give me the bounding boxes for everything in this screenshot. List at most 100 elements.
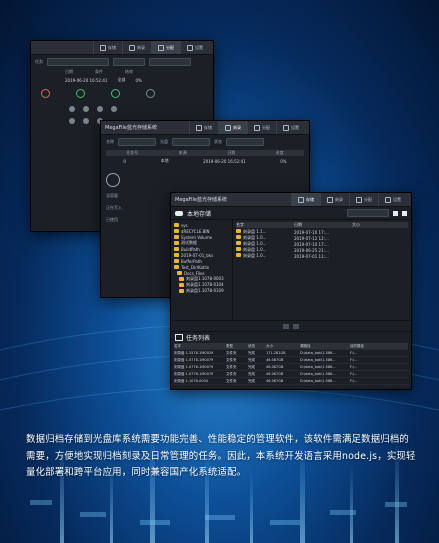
allocate-icon (158, 44, 164, 51)
writing-label: 正在写入 (106, 205, 122, 210)
name-label: 名称 (106, 139, 114, 144)
new-folder-icon[interactable] (393, 210, 398, 216)
tab-allocate[interactable]: 分配 (349, 193, 378, 206)
app-title: MegaFile蓝光存储系统 (175, 197, 227, 203)
disk-icon (175, 210, 183, 216)
tab-bar: 存储 刻录 分配 设置 (93, 41, 209, 54)
allocate-icon (254, 124, 260, 131)
folder-icon (177, 271, 182, 275)
tab-settings[interactable]: 设置 (276, 121, 305, 134)
folder-icon (236, 235, 241, 239)
description-text: 数据归档存储到光盘库系统需要功能完善、性能稳定的管理软件，该软件需满足数据归档的… (26, 434, 416, 478)
folder-icon (179, 283, 184, 287)
date-header: 日期 (65, 69, 73, 74)
capacity-label: 总容量 (106, 193, 118, 198)
slot-button[interactable] (83, 118, 89, 124)
task-table-header: 名字 类型 状态 大小 源路径 目的路径 (174, 343, 408, 350)
cell-task-no: 0 (123, 158, 126, 164)
tree-item[interactable]: 刻录盘1.1078-0109 (174, 288, 229, 294)
folder-icon (179, 277, 184, 281)
tab-allocate[interactable]: 分配 (151, 41, 180, 54)
disc-label: 光盘 (160, 139, 168, 144)
titlebar: 存储 刻录 分配 设置 (31, 41, 213, 55)
app-window-front: MegaFile蓝光存储系统 存储 刻录 分配 设置 本地存储 sys $REC… (170, 192, 412, 390)
condition-header: 条件 (95, 69, 103, 74)
collapse-arrow-icon[interactable] (283, 323, 289, 329)
slot-button[interactable] (69, 118, 75, 124)
refresh-icon[interactable] (402, 210, 407, 216)
folder-icon (179, 289, 184, 293)
col-source-path: 源路径 (300, 343, 311, 348)
file-row[interactable]: 刻录盘 1.0... 2019-07-01 11:... (236, 253, 408, 259)
folder-icon (174, 247, 179, 251)
tab-storage[interactable]: 存储 (291, 193, 320, 206)
col-dest-path: 目的路径 (350, 343, 364, 348)
task-table: 名字 类型 状态 大小 源路径 目的路径 刻录盘 1.2578-1M0029 文件… (171, 343, 411, 385)
col-date: 日期 (294, 222, 302, 227)
date-value: 2019-06-20 16:52:41 (65, 77, 108, 83)
folder-icon (174, 229, 179, 233)
gear-icon (283, 124, 289, 131)
progress-value: 0% (135, 77, 142, 83)
col-date: 日期 (227, 150, 236, 155)
task-label: 任务 (35, 59, 43, 64)
disc-select[interactable] (113, 58, 145, 66)
task-select[interactable] (47, 58, 109, 66)
tab-settings[interactable]: 设置 (180, 41, 209, 54)
task-row[interactable]: 刻录盘 1.0778-1M0079 文件夹 完成 46.087GB D:\data_ba… (174, 371, 408, 378)
table-row[interactable]: 0 本地 2019-06-20 16:52:41 0% (106, 157, 304, 165)
task-row[interactable]: 刻录盘 1.2578-1M0029 文件夹 完成 171.281GB D:\data_b… (174, 350, 408, 357)
col-progress: 进度 (275, 150, 284, 155)
folder-icon (236, 247, 241, 251)
task-row[interactable]: 刻录盘 1.1078-0004 文件夹 完成 46.087GB D:\data_bak\… (174, 378, 408, 385)
drive-ring (106, 173, 120, 187)
tab-settings[interactable]: 设置 (378, 193, 407, 206)
tab-burn[interactable]: 刻录 (320, 193, 349, 206)
tab-bar: 存储 刻录 分配 设置 (291, 193, 407, 206)
file-list: 名字 日期 大小 刻录盘 1.1... 2019-07-10 17:... 刻录盘… (233, 220, 411, 261)
folder-icon (174, 235, 179, 239)
slot-button[interactable] (83, 106, 89, 112)
folder-icon (174, 253, 179, 257)
slot-button[interactable] (111, 106, 117, 112)
folder-tree: sys $RECYCLE.BIN System Volume 测试数据 Buil… (171, 220, 233, 320)
folder-icon (174, 265, 179, 269)
col-source: 来源 (178, 150, 187, 155)
tab-storage[interactable]: 存储 (93, 41, 122, 54)
table-header: 任务号 来源 日期 进度 (106, 150, 304, 157)
status-select[interactable] (226, 138, 264, 146)
file-list-header: 名字 日期 大小 (236, 222, 408, 229)
cell-source: 本地 (160, 158, 169, 163)
storage-search-input[interactable] (347, 209, 389, 217)
gear-icon (187, 44, 193, 51)
task-row[interactable]: 刻录盘 1.0778-1M0079 文件夹 完成 46.087GB D:\data_ba… (174, 357, 408, 364)
folder-icon (236, 253, 241, 257)
cell-progress: 0% (280, 158, 287, 164)
burn-icon (129, 44, 135, 51)
allocate-icon (356, 196, 362, 203)
task-row[interactable]: 刻录盘 1.0778-1M0079 文件夹 完成 46.087GB D:\data_ba… (174, 364, 408, 371)
folder-icon (174, 259, 179, 263)
storage-icon (196, 124, 202, 131)
folder-icon (236, 229, 241, 233)
slot-button[interactable] (69, 106, 75, 112)
status-select[interactable] (149, 58, 191, 66)
col-type: 类型 (226, 343, 233, 348)
col-name: 名字 (174, 343, 181, 348)
expand-arrow-icon[interactable] (293, 323, 299, 329)
slot-button[interactable] (97, 106, 103, 112)
cell-date: 2019-06-20 16:52:41 (203, 158, 246, 164)
status-ring-gray (146, 89, 155, 98)
task-list-icon (175, 334, 183, 341)
disc-select[interactable] (172, 138, 210, 146)
storage-title: 本地存储 (187, 210, 212, 218)
tab-bar: 存储 刻录 分配 设置 (189, 121, 305, 134)
tab-storage[interactable]: 存储 (189, 121, 218, 134)
col-task-no: 任务号 (126, 150, 139, 155)
col-name: 名字 (236, 222, 244, 227)
tab-allocate[interactable]: 分配 (247, 121, 276, 134)
storage-icon (100, 44, 106, 51)
tab-burn[interactable]: 刻录 (122, 41, 151, 54)
name-select[interactable] (118, 138, 156, 146)
tab-burn[interactable]: 刻录 (218, 121, 247, 134)
